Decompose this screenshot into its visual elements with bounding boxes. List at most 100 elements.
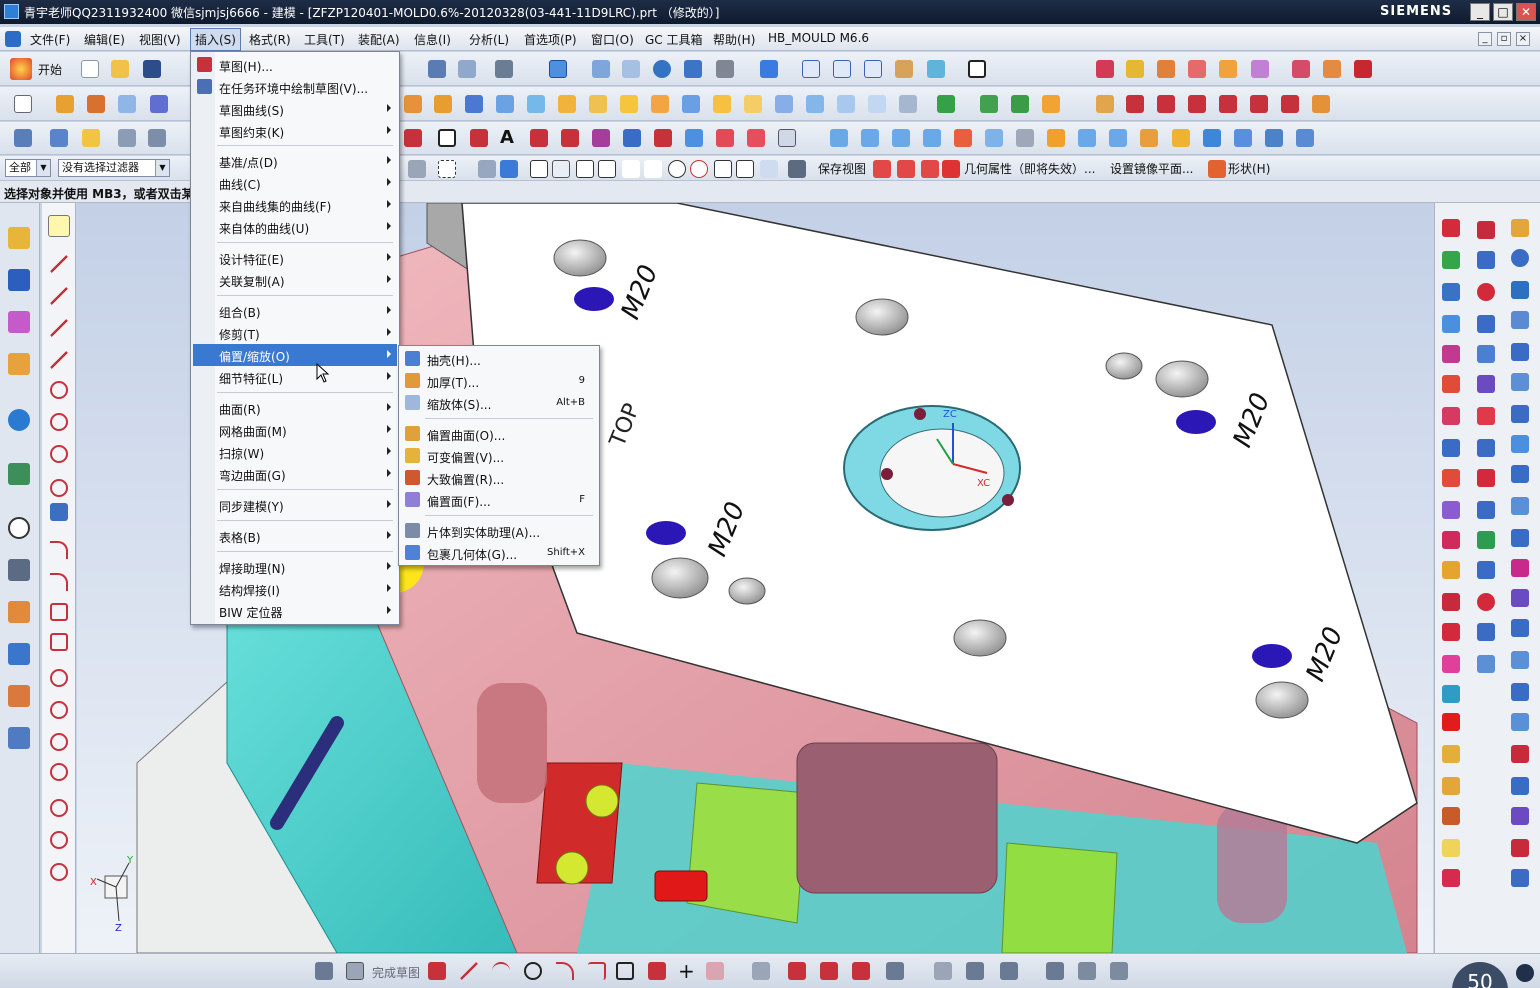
inx-icon[interactable] — [150, 95, 168, 113]
ring-screw-2[interactable] — [881, 468, 893, 480]
menu-item-design-feature[interactable]: 设计特征(E) — [193, 247, 397, 269]
offset-surface-tb-icon[interactable] — [1234, 129, 1252, 147]
studio-spline-icon[interactable] — [648, 962, 666, 980]
zoom-icon[interactable] — [592, 60, 610, 78]
menu-gc-toolbox[interactable]: GC 工具箱 — [645, 31, 703, 48]
analysis-icon[interactable] — [82, 129, 100, 147]
feature-select-icon[interactable] — [478, 160, 496, 178]
cone-icon[interactable] — [620, 95, 638, 113]
mold-tool-15-icon[interactable] — [1442, 655, 1460, 673]
part-navigator-tab-icon[interactable] — [8, 311, 30, 333]
intersect-curve-icon[interactable] — [685, 129, 703, 147]
submenu-item-thicken[interactable]: 加厚(T)... 9 — [401, 370, 597, 392]
spline-icon[interactable] — [530, 129, 548, 147]
datum-plane-icon[interactable] — [937, 95, 955, 113]
save-icon[interactable] — [143, 60, 161, 78]
point-sketch-icon[interactable] — [470, 129, 488, 147]
child-close-button[interactable]: × — [1516, 32, 1530, 46]
submenu-item-offset-surface[interactable]: 偏置曲面(O)... — [401, 423, 597, 445]
feature-tool-17-icon[interactable] — [1511, 713, 1529, 731]
mirror-plane-button[interactable]: 设置镜像平面... — [1110, 160, 1193, 177]
standard-part-icon[interactable] — [1354, 60, 1372, 78]
through-mesh-icon[interactable] — [892, 129, 910, 147]
auto-constraint-icon[interactable] — [1000, 962, 1018, 980]
start-icon[interactable] — [10, 58, 32, 80]
yellow-screw-2[interactable] — [555, 851, 589, 885]
cavity-pocket[interactable] — [796, 742, 998, 894]
sketch-arc-icon[interactable] — [50, 381, 68, 399]
hole-icon[interactable] — [118, 95, 136, 113]
ring-screw-3[interactable] — [1002, 494, 1014, 506]
sketch-chamfer-icon[interactable] — [50, 479, 68, 497]
offset-bottom-icon[interactable] — [852, 962, 870, 980]
hole-grey-8[interactable] — [1255, 681, 1309, 719]
text-curve-icon[interactable] — [1312, 95, 1330, 113]
point-icon[interactable] — [1042, 95, 1060, 113]
feature-tool-2-icon[interactable] — [1511, 249, 1529, 267]
extension-icon[interactable] — [1140, 129, 1158, 147]
feature-tool-19-icon[interactable] — [1511, 777, 1529, 795]
feature-tool-8-icon[interactable] — [1511, 435, 1529, 453]
enlarge-icon[interactable] — [1203, 129, 1221, 147]
menu-item-sketch-curve[interactable]: 草图曲线(S) — [193, 98, 397, 120]
patch-icon[interactable] — [1047, 129, 1065, 147]
delete-icon[interactable] — [1442, 713, 1460, 731]
offset-curve-icon[interactable] — [623, 129, 641, 147]
unite-icon[interactable] — [682, 95, 700, 113]
curve-tool-10-icon[interactable] — [1477, 501, 1495, 519]
feature-tool-20-icon[interactable] — [1511, 807, 1529, 825]
sketch-perpendicular-icon[interactable] — [50, 351, 68, 369]
guide-pillar-left[interactable] — [477, 683, 547, 803]
sketch-line-icon[interactable] — [50, 255, 68, 273]
menu-item-sketch-constraint[interactable]: 草图约束(K) — [193, 120, 397, 142]
menu-item-biw-locator[interactable]: BIW 定位器 — [193, 600, 397, 622]
make-corner-icon[interactable] — [820, 962, 838, 980]
quick-trim-icon[interactable] — [752, 962, 770, 980]
menu-assembly[interactable]: 装配(A) — [358, 31, 400, 48]
child-minimize-button[interactable]: _ — [1478, 32, 1492, 46]
feature-tool-13-icon[interactable] — [1511, 589, 1529, 607]
fit-view-icon[interactable] — [549, 60, 567, 78]
curve-tool-8-icon[interactable] — [1477, 439, 1495, 457]
control-point-icon[interactable] — [622, 160, 640, 178]
measure-icon[interactable] — [50, 129, 68, 147]
web-browser-icon[interactable] — [8, 409, 30, 431]
layout-icon[interactable] — [1251, 60, 1269, 78]
split-body-icon[interactable] — [806, 95, 824, 113]
submenu-item-variable-offset[interactable]: 可变偏置(V)... — [401, 445, 597, 467]
iso-view-icon[interactable] — [864, 60, 882, 78]
fillet-curve-icon[interactable] — [1188, 95, 1206, 113]
roles-icon[interactable] — [8, 685, 30, 707]
sphere-icon[interactable] — [651, 95, 669, 113]
mold-tool-17-icon[interactable] — [1442, 777, 1460, 795]
history-icon[interactable] — [8, 463, 30, 485]
mold-tool-13-icon[interactable] — [1442, 593, 1460, 611]
ellipse-icon[interactable] — [1281, 95, 1299, 113]
hole-grey-4[interactable] — [1155, 360, 1209, 398]
menu-item-offset-scale[interactable]: 偏置/缩放(O) — [193, 344, 397, 366]
existing-point-icon[interactable] — [714, 160, 732, 178]
mold-tool-18-icon[interactable] — [1442, 807, 1460, 825]
circle-bottom-icon[interactable] — [524, 962, 542, 980]
replace-view-icon[interactable] — [873, 160, 891, 178]
thicken-tb-icon[interactable] — [1265, 129, 1283, 147]
menu-item-combine[interactable]: 组合(B) — [193, 300, 397, 322]
sketch-circle-center-icon[interactable] — [50, 733, 68, 751]
render-icon[interactable] — [716, 60, 734, 78]
chamfer-bottom-icon[interactable] — [588, 962, 606, 980]
reuse-library-icon[interactable] — [8, 353, 30, 375]
yellow-screw-1[interactable] — [585, 784, 619, 818]
bridge-curve-icon[interactable] — [654, 129, 672, 147]
profile-bottom-icon[interactable] — [428, 962, 446, 980]
curve-tool-1-icon[interactable] — [1477, 221, 1495, 239]
blend-icon[interactable] — [868, 95, 886, 113]
background-icon[interactable] — [968, 60, 986, 78]
new-file-icon[interactable] — [81, 60, 99, 78]
menu-file[interactable]: 文件(F) — [30, 31, 70, 48]
feature-tool-15-icon[interactable] — [1511, 651, 1529, 669]
system-materials-icon[interactable] — [8, 559, 30, 581]
sew-icon[interactable] — [1109, 129, 1127, 147]
red-part[interactable] — [654, 870, 708, 902]
shaded-cube-icon[interactable] — [760, 60, 778, 78]
datum-csys-icon[interactable] — [1011, 95, 1029, 113]
